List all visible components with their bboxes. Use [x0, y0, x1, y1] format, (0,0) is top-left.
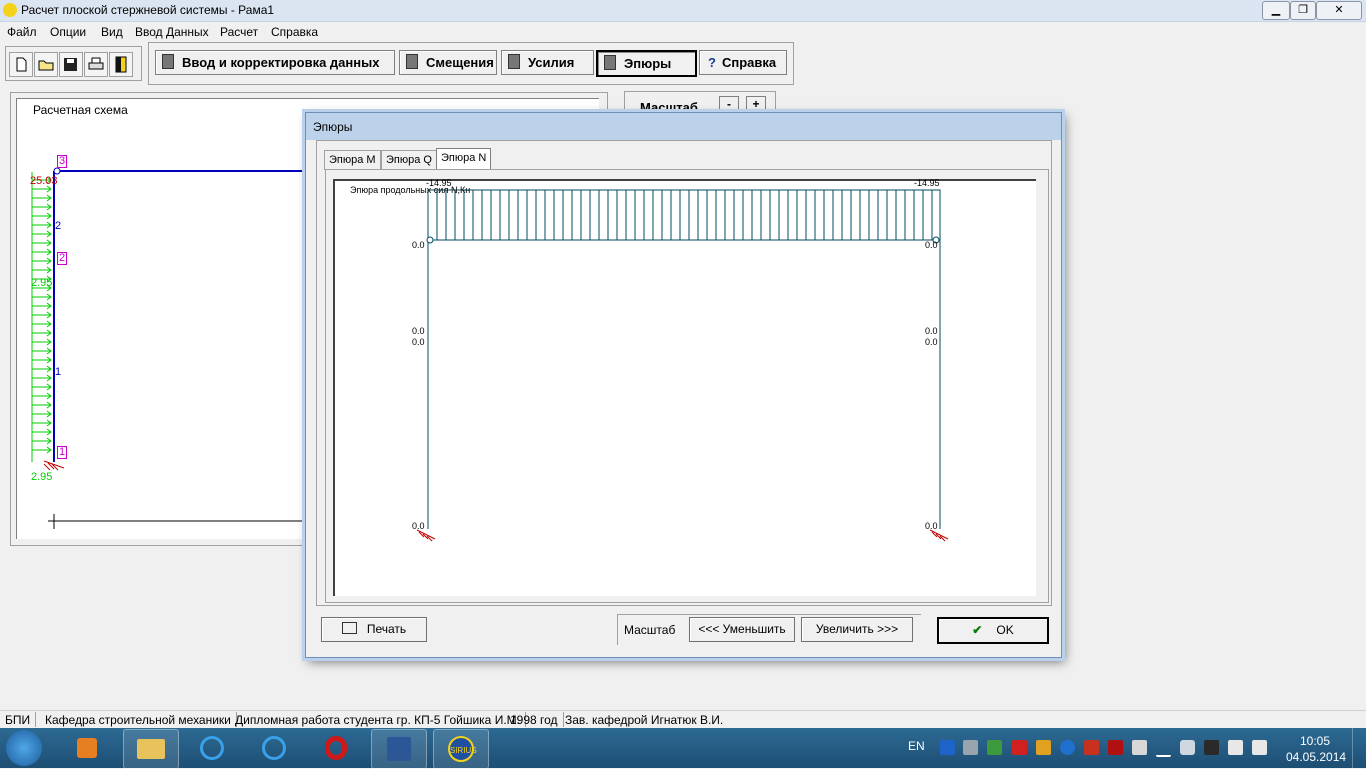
pdf-icon[interactable] [1108, 740, 1123, 755]
calculator-icon [508, 54, 520, 69]
tray-app-icon[interactable] [1084, 740, 1099, 755]
calculator-icon [406, 54, 418, 69]
tab-moment-diagram[interactable]: Эпюра M [324, 150, 381, 170]
help-button[interactable]: ? Справка [699, 50, 787, 75]
ground-support [43, 460, 65, 471]
node-label: 3 [57, 155, 68, 168]
element-label: 1 [55, 366, 62, 378]
value-label: 0.0 [925, 240, 938, 250]
media-player-icon[interactable] [60, 729, 114, 767]
explorer-icon[interactable] [123, 729, 179, 769]
forces-button[interactable]: Усилия [501, 50, 594, 75]
tray-app-icon[interactable] [1012, 740, 1027, 755]
tray-app-icon[interactable] [963, 740, 978, 755]
coordinate-axes [48, 514, 310, 529]
element-label: 2 [55, 220, 62, 232]
hinge-node [53, 167, 61, 175]
value-label: -14.95 [914, 178, 940, 188]
value-label: 0.0 [925, 326, 938, 336]
status-department: Кафедра строительной механики [40, 712, 237, 727]
usb-icon[interactable] [1132, 740, 1147, 755]
ok-button[interactable]: ✔ OK [937, 617, 1049, 644]
internet-explorer-icon[interactable] [247, 729, 301, 767]
taskbar: SIRIUS EN 10:05 04.05.2014 [0, 728, 1366, 769]
question-icon: ? [708, 55, 716, 70]
node-label: 1 [57, 446, 68, 459]
right-support [929, 529, 949, 542]
value-label: 0.0 [925, 521, 938, 531]
tray-app-icon[interactable] [1036, 740, 1051, 755]
decrease-scale-button[interactable]: <<< Уменьшить [689, 617, 795, 642]
value-label: 0.0 [412, 521, 425, 531]
left-support [416, 529, 436, 542]
status-thesis: Дипломная работа студента гр. КП-5 Гойши… [230, 712, 526, 727]
checkmark-icon: ✔ [972, 623, 983, 637]
language-indicator[interactable]: EN [908, 739, 925, 753]
volume-icon[interactable] [1180, 740, 1195, 755]
tray-app-icon[interactable] [1228, 740, 1243, 755]
dialog-scale-label: Масштаб [624, 623, 676, 637]
value-label: -14.95 [426, 178, 452, 188]
opera-icon[interactable] [309, 729, 363, 767]
start-button[interactable] [6, 730, 42, 766]
status-bar: БПИ Кафедра строительной механики Диплом… [0, 710, 1366, 729]
network-signal-icon[interactable] [1156, 740, 1171, 757]
load-value-top: 25.03 [30, 175, 58, 187]
clock-time[interactable]: 10:05 [1300, 734, 1330, 748]
value-label: 0.0 [412, 326, 425, 336]
clock-date[interactable]: 04.05.2014 [1286, 750, 1346, 764]
status-institution: БПИ [0, 712, 37, 727]
value-label: 0.0 [412, 240, 425, 250]
load-value-mid: 2.95 [31, 277, 53, 289]
hinge-node [426, 236, 434, 244]
minimize-button[interactable]: ▁ [1262, 1, 1290, 20]
sirius-app-icon[interactable]: SIRIUS [433, 729, 489, 769]
sync-icon[interactable] [940, 740, 955, 755]
monitor-icon[interactable] [1204, 740, 1219, 755]
displacements-button[interactable]: Смещения [399, 50, 497, 75]
distributed-load [31, 172, 52, 462]
value-label: 0.0 [412, 337, 425, 347]
printer-icon [341, 622, 357, 634]
internet-explorer-icon[interactable] [185, 729, 239, 767]
scheme-drawing [31, 167, 315, 529]
dialog-title-bar [306, 113, 1061, 140]
action-center-icon[interactable] [1252, 740, 1267, 755]
diagrams-dialog: Эпюры Эпюра M Эпюра Q Эпюра N Эпюра прод… [305, 112, 1062, 658]
load-value-bottom: 2.95 [31, 471, 53, 483]
plot-title: Эпюра продольных сил N,Кн [350, 185, 471, 195]
tray-app-icon[interactable] [1060, 740, 1075, 755]
diagrams-button[interactable]: Эпюры [596, 50, 697, 77]
diagram-fill-area [427, 189, 941, 241]
calculator-icon [604, 55, 616, 70]
increase-scale-button[interactable]: Увеличить >>> [801, 617, 913, 642]
diagram-hatching [427, 190, 933, 240]
restore-button[interactable]: ❐ [1290, 1, 1316, 20]
dialog-title: Эпюры [313, 120, 353, 134]
show-desktop-button[interactable] [1352, 728, 1366, 768]
close-button[interactable]: ✕ [1316, 1, 1362, 20]
print-button[interactable]: Печать [321, 617, 427, 642]
status-year: 1998 год [505, 712, 564, 727]
value-label: 0.0 [925, 337, 938, 347]
tray-app-icon[interactable] [987, 740, 1002, 755]
word-icon[interactable] [371, 729, 427, 769]
tab-axial-diagram[interactable]: Эпюра N [436, 148, 492, 171]
tab-shear-diagram[interactable]: Эпюра Q [381, 150, 437, 170]
status-head: Зав. кафедрой Игнатюк В.И. [565, 713, 724, 727]
node-label: 2 [57, 252, 68, 265]
